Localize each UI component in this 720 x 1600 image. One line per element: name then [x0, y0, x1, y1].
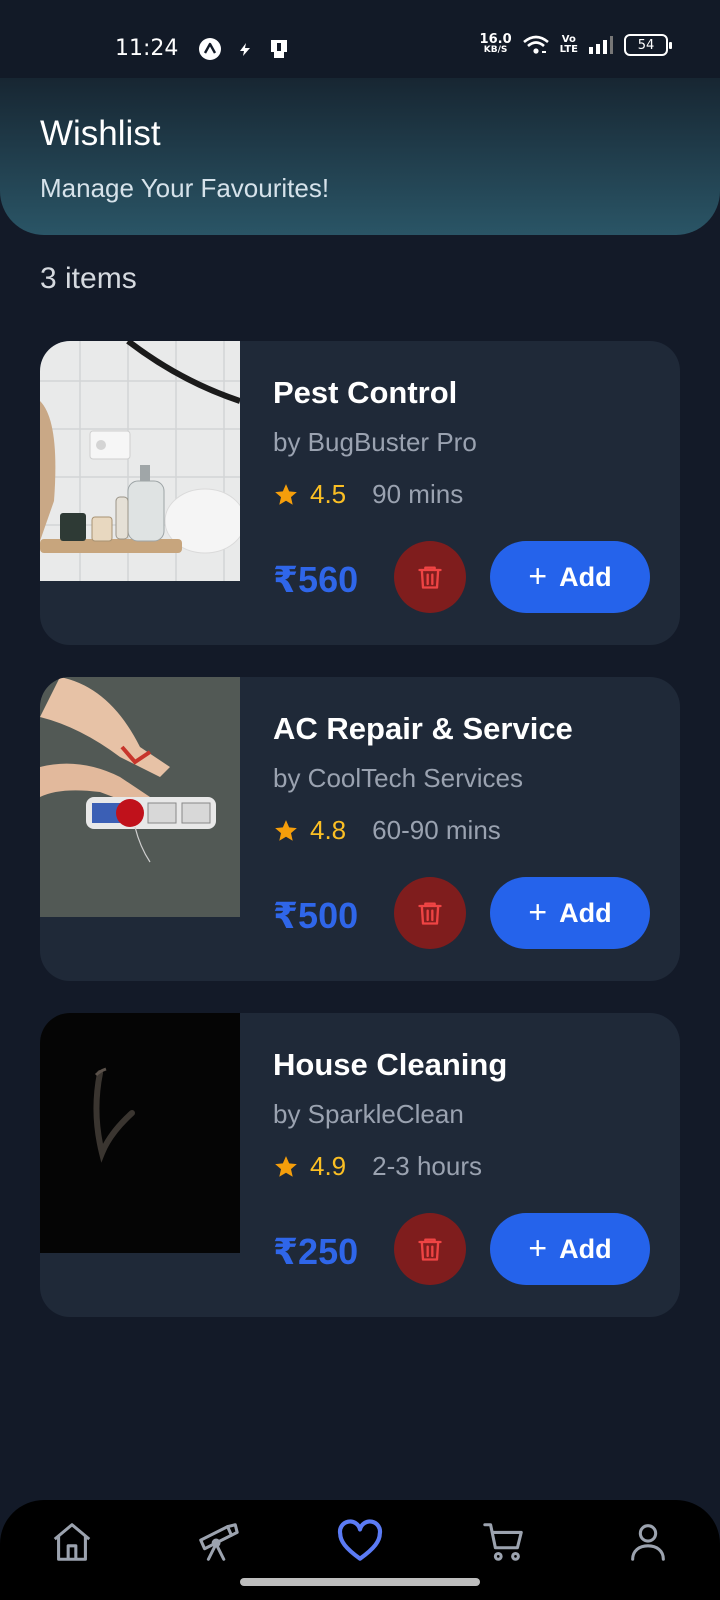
delete-button[interactable]	[394, 1213, 466, 1285]
rating-value: 4.5	[310, 479, 347, 509]
wishlist-screen: 11:24 16.0 KB/S Vo LTE 54 Wishlist Manag…	[0, 0, 720, 1600]
service-meta: 4.5 90 mins	[273, 479, 463, 510]
service-provider: by BugBuster Pro	[273, 427, 477, 457]
device-icon	[271, 40, 287, 58]
service-duration: 2-3 hours	[372, 1151, 482, 1181]
system-icons: 16.0 KB/S Vo LTE 54	[479, 32, 672, 56]
service-provider: by SparkleClean	[273, 1099, 464, 1129]
service-duration: 90 mins	[372, 479, 464, 509]
rating-value: 4.9	[310, 1151, 347, 1181]
status-bar: 11:24 16.0 KB/S Vo LTE 54	[0, 0, 720, 78]
trash-icon	[418, 902, 442, 925]
net-speed-value: 16.0	[479, 32, 512, 47]
bottom-nav	[0, 1500, 720, 1600]
page-subtitle: Manage Your Favourites!	[40, 173, 330, 203]
volte-bottom: LTE	[559, 44, 578, 55]
add-to-cart-button[interactable]: + Add	[490, 877, 650, 949]
home-icon	[53, 1523, 91, 1561]
trash-icon	[418, 1238, 442, 1261]
page-title: Wishlist	[40, 114, 161, 153]
plus-icon: +	[528, 893, 548, 930]
net-speed-unit: KB/S	[483, 45, 508, 55]
service-meta: 4.8 60-90 mins	[273, 815, 501, 846]
notification-icons	[198, 37, 290, 61]
nav-cart[interactable]	[476, 1514, 532, 1570]
delete-button[interactable]	[394, 541, 466, 613]
plus-icon: +	[528, 557, 548, 594]
service-name: House Cleaning	[273, 1047, 508, 1082]
telescope-icon	[199, 1523, 239, 1561]
service-price: ₹560	[273, 559, 359, 600]
star-icon	[275, 1155, 297, 1177]
cart-icon	[483, 1523, 523, 1561]
service-provider: by CoolTech Services	[273, 763, 523, 793]
bolt-icon	[240, 43, 250, 56]
app-a-icon	[199, 38, 221, 60]
service-meta: 4.9 2-3 hours	[273, 1151, 482, 1182]
service-name: AC Repair & Service	[273, 711, 573, 746]
item-count: 3 items	[40, 262, 137, 295]
header: Wishlist Manage Your Favourites!	[0, 78, 720, 235]
home-indicator[interactable]	[240, 1578, 480, 1586]
service-image	[40, 677, 240, 917]
net-speed: 16.0 KB/S	[479, 32, 512, 56]
service-image	[40, 1013, 240, 1253]
service-price: ₹500	[273, 895, 359, 936]
battery-level: 54	[637, 37, 655, 53]
trash-icon	[418, 566, 442, 589]
signal-icon	[589, 36, 613, 54]
add-label: Add	[559, 561, 612, 592]
delete-button[interactable]	[394, 877, 466, 949]
add-label: Add	[559, 897, 612, 928]
wishlist-card[interactable]: AC Repair & Service by CoolTech Services…	[40, 677, 680, 981]
nav-explore[interactable]	[190, 1514, 246, 1570]
add-label: Add	[559, 1233, 612, 1264]
add-to-cart-button[interactable]: + Add	[490, 541, 650, 613]
wishlist-card[interactable]: Pest Control by BugBuster Pro 4.5 90 min…	[40, 341, 680, 645]
profile-icon	[631, 1524, 665, 1561]
heart-icon	[337, 1519, 383, 1561]
nav-profile[interactable]	[620, 1514, 676, 1570]
service-duration: 60-90 mins	[372, 815, 501, 845]
nav-home[interactable]	[44, 1514, 100, 1570]
nav-wishlist[interactable]	[332, 1514, 388, 1570]
service-name: Pest Control	[273, 375, 458, 410]
rating-value: 4.8	[310, 815, 347, 845]
service-price: ₹250	[273, 1231, 359, 1272]
wishlist-card[interactable]: House Cleaning by SparkleClean 4.9 2-3 h…	[40, 1013, 680, 1317]
service-image	[40, 341, 240, 581]
star-icon	[275, 819, 297, 841]
add-to-cart-button[interactable]: + Add	[490, 1213, 650, 1285]
wifi-icon	[522, 35, 549, 54]
status-time: 11:24	[115, 36, 179, 61]
volte-indicator: Vo LTE	[560, 35, 578, 55]
plus-icon: +	[528, 1229, 548, 1266]
star-icon	[275, 483, 297, 505]
battery-icon: 54	[624, 34, 672, 56]
